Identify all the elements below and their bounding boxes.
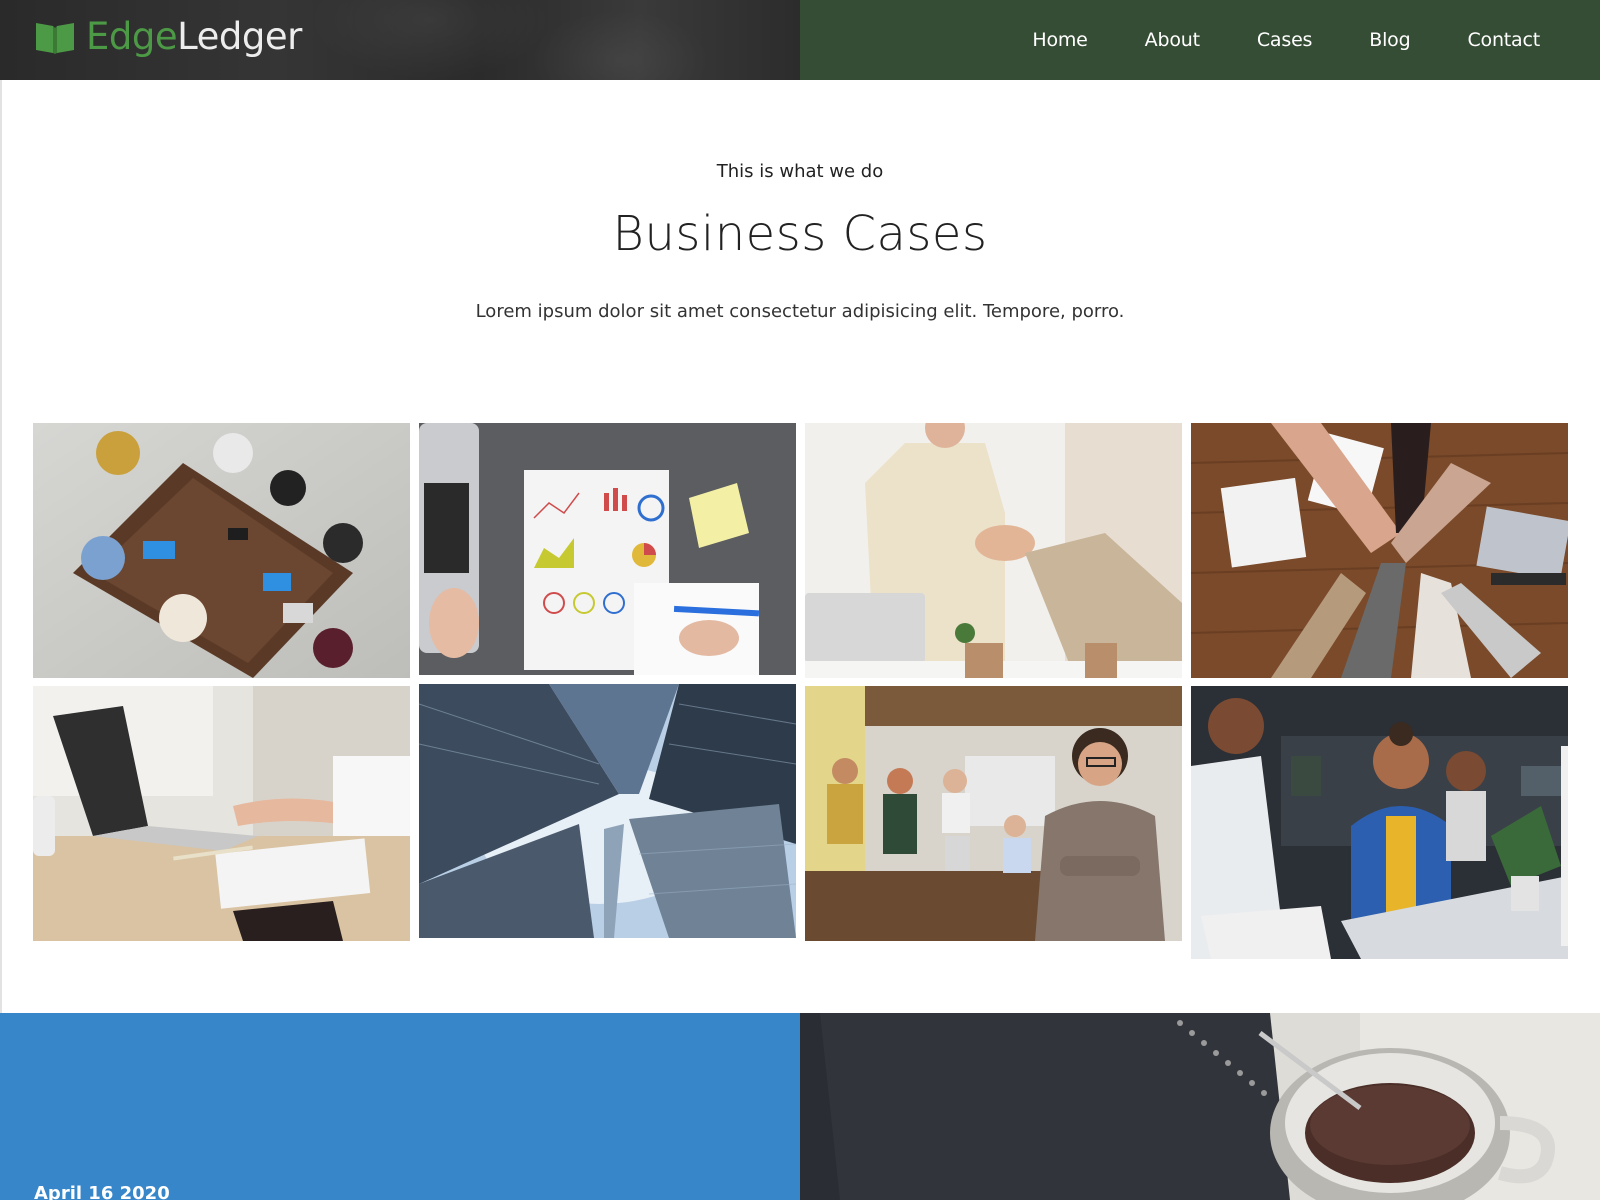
logo-edge-text: Edge	[86, 15, 178, 58]
site-logo[interactable]: EdgeLedger	[34, 18, 302, 55]
section-eyebrow: This is what we do	[716, 161, 884, 182]
nav-cases-link[interactable]: Cases	[1257, 29, 1313, 51]
case-image-skyscrapers[interactable]	[419, 684, 796, 938]
blog-post-date: April 16 2020	[34, 1183, 170, 1200]
nav-home-link[interactable]: Home	[1032, 29, 1088, 51]
section-heading: Business Cases	[612, 206, 988, 262]
logo-wordmark: EdgeLedger	[86, 18, 302, 55]
blog-teaser-panel: April 16 2020	[0, 1013, 800, 1200]
logo-ledger-text: Ledger	[177, 15, 302, 58]
case-image-charts[interactable]	[419, 423, 796, 675]
nav-blog-link[interactable]: Blog	[1369, 29, 1410, 51]
case-image-team-hands[interactable]	[1191, 423, 1568, 678]
blog-teaser-image[interactable]	[800, 1013, 1600, 1200]
section-lede: Lorem ipsum dolor sit amet consectetur a…	[475, 301, 1125, 322]
nav-contact-link[interactable]: Contact	[1467, 29, 1540, 51]
case-image-laptop[interactable]	[33, 686, 410, 941]
nav-about-link[interactable]: About	[1145, 29, 1200, 51]
open-book-icon	[36, 22, 74, 54]
case-image-team-leader[interactable]	[805, 686, 1182, 941]
site-header: Home About Cases Blog Contact EdgeLedger	[0, 0, 1600, 80]
case-image-handshake[interactable]	[805, 423, 1182, 678]
case-image-team-meeting[interactable]	[33, 423, 410, 678]
main-nav: Home About Cases Blog Contact	[800, 0, 1600, 80]
case-image-smiling-worker[interactable]	[1191, 686, 1568, 959]
nav-list: Home About Cases Blog Contact	[975, 29, 1540, 51]
